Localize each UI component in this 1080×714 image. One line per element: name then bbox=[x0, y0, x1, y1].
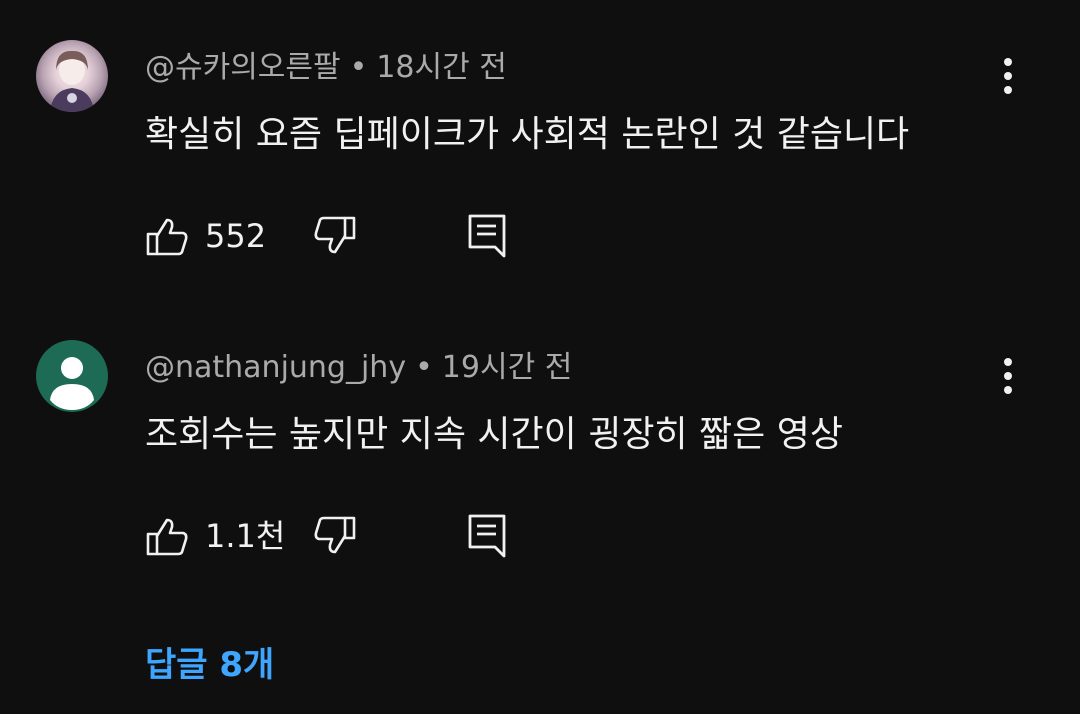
meta-separator: • bbox=[415, 350, 433, 385]
comment-author-handle[interactable]: @슈카의오른팔 bbox=[145, 50, 341, 85]
more-vert-icon[interactable] bbox=[990, 54, 1026, 98]
person-icon bbox=[50, 357, 94, 410]
avatar[interactable] bbox=[36, 340, 108, 412]
more-vert-icon[interactable] bbox=[990, 354, 1026, 398]
like-count: 1.1천 bbox=[205, 517, 286, 555]
comment-actions: 1.1천 bbox=[145, 512, 545, 560]
reply-icon[interactable] bbox=[465, 512, 509, 558]
thumb-down-icon[interactable] bbox=[313, 214, 357, 258]
comment-meta: @nathanjung_jhy • 19시간 전 bbox=[145, 348, 572, 388]
meta-separator: • bbox=[349, 50, 368, 85]
thumb-down-icon[interactable] bbox=[313, 514, 357, 558]
comment-timestamp: 19시간 전 bbox=[441, 350, 573, 385]
comment-author-handle[interactable]: @nathanjung_jhy bbox=[145, 350, 406, 385]
like-count: 552 bbox=[205, 217, 267, 255]
avatar-photo-icon bbox=[50, 50, 94, 112]
avatar[interactable] bbox=[36, 40, 108, 112]
comment-text: 조회수는 높지만 지속 시간이 굉장히 짧은 영상 bbox=[145, 414, 843, 455]
comment-meta: @슈카의오른팔 • 18시간 전 bbox=[145, 48, 507, 88]
comment-timestamp: 18시간 전 bbox=[376, 50, 507, 85]
thumb-up-icon[interactable] bbox=[145, 214, 189, 258]
view-replies-link[interactable]: 답글 8개 bbox=[145, 642, 274, 688]
comment-actions: 552 bbox=[145, 212, 545, 260]
thumb-up-icon[interactable] bbox=[145, 514, 189, 558]
comment-text: 확실히 요즘 딥페이크가 사회적 논란인 것 같습니다 bbox=[145, 114, 910, 155]
reply-icon[interactable] bbox=[465, 212, 509, 258]
